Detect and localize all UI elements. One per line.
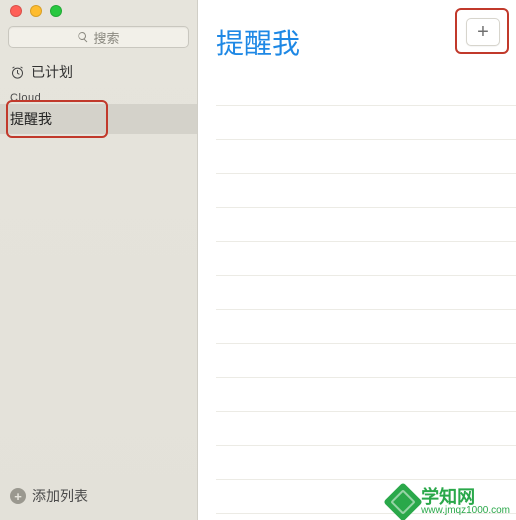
list-item[interactable] — [216, 446, 516, 480]
add-reminder-button[interactable]: + — [466, 18, 500, 46]
sidebar-item-reminders[interactable]: 提醒我 — [0, 104, 197, 134]
search-icon — [77, 31, 89, 43]
list-item[interactable] — [216, 344, 516, 378]
sidebar-spacer — [0, 134, 197, 476]
smart-list-label: 已计划 — [31, 62, 73, 82]
main-header: 提醒我 + — [198, 0, 516, 72]
list-item[interactable] — [216, 412, 516, 446]
list-item[interactable] — [216, 480, 516, 514]
sidebar: 搜索 已计划 Cloud 提醒我 + 添加列表 — [0, 0, 198, 520]
search-container: 搜索 — [0, 22, 197, 54]
reminders-window: 搜索 已计划 Cloud 提醒我 + 添加列表 提醒我 — [0, 0, 516, 520]
main-pane: 提醒我 + — [198, 0, 516, 520]
add-list-button[interactable]: + 添加列表 — [0, 476, 197, 520]
plus-icon: + — [477, 21, 489, 44]
list-item[interactable] — [216, 72, 516, 106]
reminder-lines — [216, 72, 516, 520]
window-controls — [0, 0, 197, 22]
list-item[interactable] — [216, 208, 516, 242]
list-item[interactable] — [216, 242, 516, 276]
zoom-icon[interactable] — [50, 5, 62, 17]
search-input[interactable]: 搜索 — [8, 26, 189, 48]
clock-icon — [10, 65, 25, 80]
list-title: 提醒我 — [216, 22, 300, 62]
add-list-label: 添加列表 — [32, 486, 88, 506]
sidebar-group-label: Cloud — [0, 90, 197, 104]
list-item[interactable] — [216, 106, 516, 140]
plus-icon: + — [10, 488, 26, 504]
list-item[interactable] — [216, 276, 516, 310]
search-placeholder: 搜索 — [93, 28, 119, 47]
minimize-icon[interactable] — [30, 5, 42, 17]
list-item[interactable] — [216, 140, 516, 174]
list-item[interactable] — [216, 310, 516, 344]
sidebar-item-label: 提醒我 — [10, 111, 52, 127]
list-item[interactable] — [216, 174, 516, 208]
list-item[interactable] — [216, 378, 516, 412]
smart-list-scheduled[interactable]: 已计划 — [0, 54, 197, 90]
close-icon[interactable] — [10, 5, 22, 17]
